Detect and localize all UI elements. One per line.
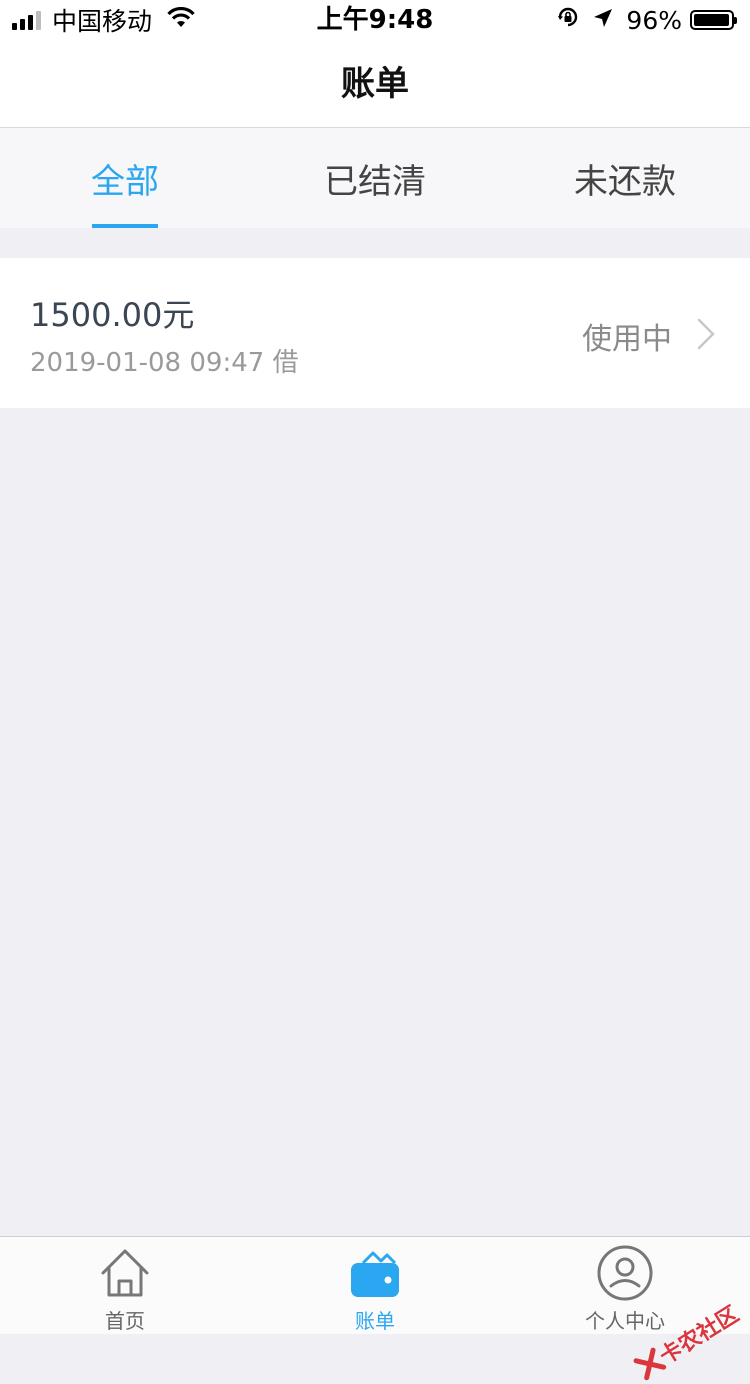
tab-label: 未还款 bbox=[574, 161, 676, 202]
tabbar-label: 个人中心 bbox=[585, 1309, 665, 1333]
bill-status: 使用中 bbox=[582, 322, 672, 357]
bill-amount: 1500.00元 bbox=[30, 296, 195, 334]
tab-settled[interactable]: 已结清 bbox=[250, 128, 500, 228]
tabbar-label: 账单 bbox=[355, 1309, 395, 1333]
tab-label: 全部 bbox=[91, 161, 159, 202]
tab-all[interactable]: 全部 bbox=[0, 128, 250, 228]
bill-date: 2019-01-08 09:47 借 bbox=[30, 348, 299, 378]
navigation-bar: 账单 bbox=[0, 40, 750, 128]
status-right: 96% bbox=[556, 4, 737, 36]
tab-unpaid[interactable]: 未还款 bbox=[500, 128, 750, 228]
location-icon bbox=[592, 6, 614, 35]
tab-label: 已结清 bbox=[324, 161, 426, 202]
wallet-icon bbox=[351, 1251, 399, 1297]
tabbar-label: 首页 bbox=[105, 1309, 145, 1333]
page-title: 账单 bbox=[341, 64, 409, 104]
user-icon bbox=[597, 1245, 653, 1301]
rotation-lock-icon bbox=[556, 5, 580, 35]
tab-active-indicator bbox=[92, 224, 158, 228]
tabbar-item-bills[interactable]: 账单 bbox=[250, 1237, 500, 1334]
bill-list-item[interactable]: 1500.00元 2019-01-08 09:47 借 使用中 bbox=[0, 258, 750, 408]
tabbar-item-home[interactable]: 首页 bbox=[0, 1237, 250, 1334]
bottom-tab-bar: 首页 账单 个人中心 bbox=[0, 1236, 750, 1334]
home-icon bbox=[101, 1249, 149, 1297]
chevron-right-icon bbox=[697, 318, 715, 350]
status-bar: 中国移动 上午9:48 96% bbox=[0, 0, 750, 40]
battery-percent: 96% bbox=[626, 5, 682, 35]
battery-icon bbox=[690, 10, 737, 30]
filter-tabs: 全部 已结清 未还款 bbox=[0, 128, 750, 228]
